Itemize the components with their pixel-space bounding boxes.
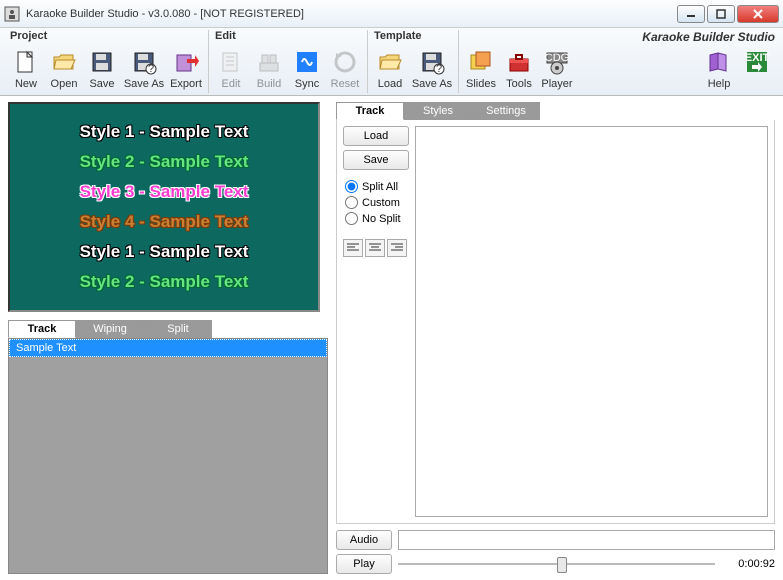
edit-icon [217,48,245,76]
align-left-button[interactable] [343,239,363,257]
preview-line: Style 4 - Sample Text [80,212,249,232]
group-project-label: Project [8,30,204,44]
align-center-button[interactable] [365,239,385,257]
sync-icon [293,48,321,76]
group-edit-label: Edit [213,30,363,44]
playback-slider[interactable] [398,554,715,574]
sync-button[interactable]: Sync [289,44,325,93]
open-button[interactable]: Open [46,44,82,93]
player-button[interactable]: CDGPlayer [539,44,575,93]
tools-button[interactable]: Tools [501,44,537,93]
tab-styles[interactable]: Styles [404,102,472,120]
new-button[interactable]: New [8,44,44,93]
radio-custom[interactable]: Custom [345,196,409,209]
reset-icon [331,48,359,76]
group-template-label: Template [372,30,454,44]
tab-settings[interactable]: Settings [472,102,540,120]
svg-text:EXIT: EXIT [745,52,770,64]
new-file-icon [12,48,40,76]
export-icon [172,48,200,76]
play-button[interactable]: Play [336,554,392,574]
minimize-button[interactable] [677,5,705,23]
group-template: Template Load ?Save As [368,30,459,93]
slides-icon [467,48,495,76]
saveas-template-button[interactable]: ?Save As [410,44,454,93]
preview-line: Style 2 - Sample Text [80,152,249,172]
group-misc: Slides Tools CDGPlayer [459,30,579,93]
align-right-button[interactable] [387,239,407,257]
tab-track-right[interactable]: Track [336,102,404,120]
help-button[interactable]: Help [701,44,737,93]
export-button[interactable]: Export [168,44,204,93]
preview-area: Style 1 - Sample Text Style 2 - Sample T… [8,102,320,312]
save-button[interactable]: Save [84,44,120,93]
audio-button[interactable]: Audio [336,530,392,550]
content: Style 1 - Sample Text Style 2 - Sample T… [0,96,783,580]
maximize-button[interactable] [707,5,735,23]
edit-button[interactable]: Edit [213,44,249,93]
timecode: 0:00:92 [721,558,775,570]
right-pane: Track Styles Settings Load Save Split Al… [334,96,783,580]
tab-split[interactable]: Split [144,320,212,338]
tab-wiping[interactable]: Wiping [76,320,144,338]
radio-split-all[interactable]: Split All [345,180,409,193]
build-button[interactable]: Build [251,44,287,93]
floppy-saveas-icon: ? [418,48,446,76]
track-listbox[interactable]: Sample Text [8,338,328,574]
window-title: Karaoke Builder Studio - v3.0.080 - [NOT… [26,8,677,20]
save-track-button[interactable]: Save [343,150,409,170]
player-icon: CDG [543,48,571,76]
audio-path-field[interactable] [398,530,775,550]
right-tabs: Track Styles Settings [336,102,775,120]
track-controls: Load Save Split All Custom No Split [343,126,409,517]
split-radio-group: Split All Custom No Split [343,180,409,225]
left-pane: Style 1 - Sample Text Style 2 - Sample T… [0,96,334,580]
group-project: Project New Open Save ?Save As Export [4,30,209,93]
close-button[interactable] [737,5,779,23]
floppy-saveas-icon: ? [130,48,158,76]
radio-no-split[interactable]: No Split [345,212,409,225]
bottom-controls: Audio Play 0:00:92 [336,530,775,574]
track-panel: Load Save Split All Custom No Split [336,120,775,524]
window-buttons [677,5,779,23]
list-item[interactable]: Sample Text [9,339,327,357]
toolbar: Karaoke Builder Studio Project New Open … [0,28,783,96]
tab-track[interactable]: Track [8,320,76,338]
preview-line: Style 1 - Sample Text [80,242,249,262]
load-template-button[interactable]: Load [372,44,408,93]
group-edit: Edit Edit Build Sync Reset [209,30,368,93]
align-buttons [343,239,409,257]
lyric-textbox[interactable] [415,126,768,517]
build-icon [255,48,283,76]
titlebar: Karaoke Builder Studio - v3.0.080 - [NOT… [0,0,783,28]
exit-icon: EXIT [743,48,771,76]
saveas-button[interactable]: ?Save As [122,44,166,93]
exit-button[interactable]: EXIT [739,44,775,93]
preview-line: Style 1 - Sample Text [80,122,249,142]
toolbox-icon [505,48,533,76]
svg-text:?: ? [148,63,154,75]
left-tabs: Track Wiping Split [8,320,328,338]
slides-button[interactable]: Slides [463,44,499,93]
preview-line: Style 3 - Sample Text [80,182,249,202]
folder-open-icon [376,48,404,76]
floppy-icon [88,48,116,76]
brand-label: Karaoke Builder Studio [642,30,775,44]
folder-open-icon [50,48,78,76]
reset-button[interactable]: Reset [327,44,363,93]
help-book-icon [705,48,733,76]
preview-line: Style 2 - Sample Text [80,272,249,292]
load-track-button[interactable]: Load [343,126,409,146]
slider-thumb[interactable] [557,557,567,573]
svg-text:?: ? [436,63,442,75]
app-icon [4,6,20,22]
